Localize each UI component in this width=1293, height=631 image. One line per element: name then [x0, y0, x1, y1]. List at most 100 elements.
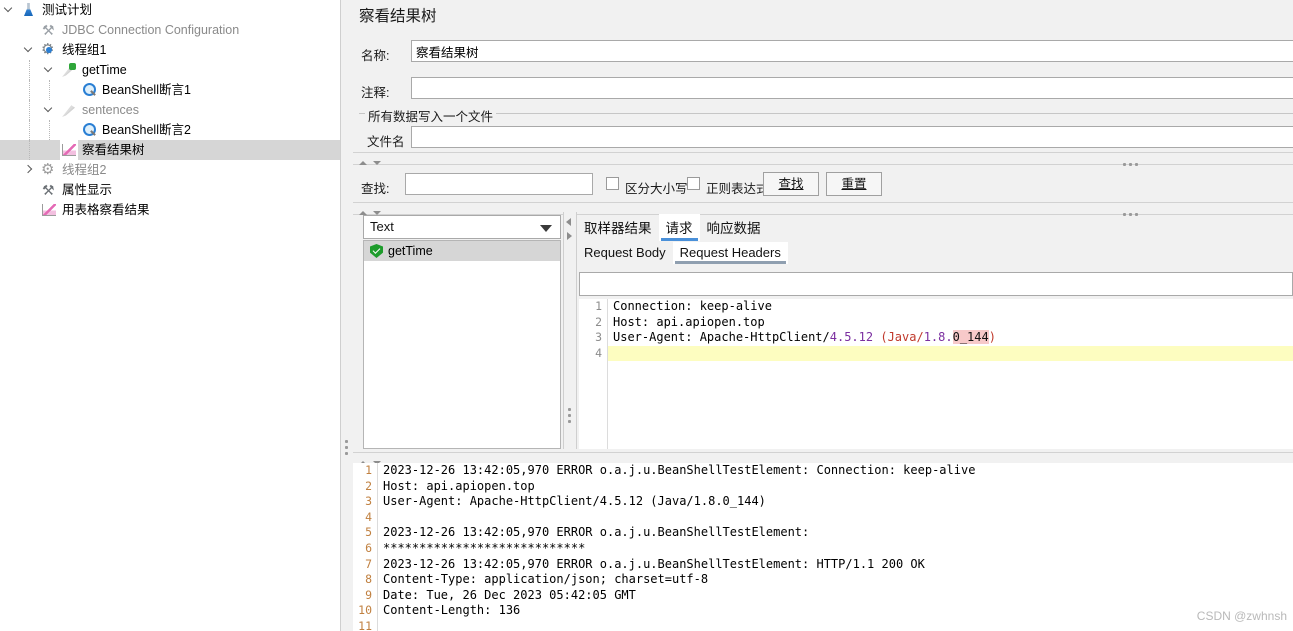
view-results-table-icon: [40, 200, 58, 220]
log-line-number: 8: [365, 572, 372, 587]
line-number: 4: [595, 345, 602, 360]
splitter-bar-upper[interactable]: [353, 152, 1293, 168]
collapse-right-arrow[interactable]: [567, 232, 572, 240]
chevron-none-icon[interactable]: [20, 180, 40, 200]
tab-request[interactable]: 请求: [658, 214, 700, 241]
tab-response-data[interactable]: 响应数据: [700, 214, 768, 241]
thread-group-disabled-icon: [40, 160, 58, 180]
chevron-none-icon[interactable]: [20, 20, 40, 40]
chevron-down-icon: [540, 225, 552, 232]
case-sensitive-label: 区分大小写: [625, 182, 688, 196]
log-line-number: 7: [365, 556, 372, 571]
find-button[interactable]: 查找: [763, 172, 819, 196]
tree-item-label: 线程组2: [62, 163, 107, 177]
search-input[interactable]: [405, 173, 593, 195]
case-sensitive-checkbox[interactable]: [606, 177, 619, 190]
watermark: CSDN @zwhnsh: [1196, 609, 1287, 623]
name-input[interactable]: [411, 40, 1293, 62]
filename-input[interactable]: [411, 126, 1293, 148]
chevron-none-icon[interactable]: [60, 120, 80, 140]
subtab-request-body[interactable]: Request Body: [577, 242, 673, 264]
tree-item-sentences[interactable]: sentences: [0, 100, 340, 120]
tree-indent: [40, 120, 60, 140]
code-line: Connection: keep-alive: [613, 299, 772, 313]
line-number: 2: [595, 314, 602, 329]
splitter-bar-middle[interactable]: [353, 202, 1293, 217]
request-headers-view[interactable]: 1234 Connection: keep-alive Host: api.api…: [579, 299, 1293, 449]
code-line: [608, 345, 1293, 362]
tab-sampler-result[interactable]: 取样器结果: [577, 214, 659, 241]
log-line-number: 2: [365, 478, 372, 493]
chevron-right-icon[interactable]: [20, 160, 40, 180]
chevron-none-icon[interactable]: [40, 140, 60, 160]
log-line-number: 5: [365, 525, 372, 540]
splitter-grip-dots: [1123, 157, 1141, 171]
log-line-number: 4: [365, 509, 372, 524]
sampler-icon: [60, 60, 78, 80]
request-subtabs[interactable]: Request Body Request Headers: [577, 242, 788, 264]
collapse-left-arrow[interactable]: [566, 218, 571, 226]
log-line-number: 9: [365, 587, 372, 602]
chevron-none-icon[interactable]: [60, 80, 80, 100]
list-item[interactable]: getTime: [364, 241, 560, 261]
line-number: 1: [595, 299, 602, 313]
tree-item-view-results-in-table[interactable]: 用表格察看结果: [0, 200, 340, 220]
log-viewer[interactable]: 1 2 3 4 5 6 7 8 9 10 11 2023-12-26 13:42:05,970 ER…: [353, 463, 1293, 631]
filename-label: 文件名: [367, 135, 405, 149]
chevron-down-icon[interactable]: [20, 40, 40, 60]
chevron-down-icon[interactable]: [0, 0, 20, 20]
tree-item-gettime[interactable]: getTime: [0, 60, 340, 80]
results-vertical-splitter[interactable]: [563, 212, 577, 449]
tree-item-thread-group-1[interactable]: 线程组1: [0, 40, 340, 60]
chevron-down-icon[interactable]: [40, 100, 60, 120]
property-display-icon: [40, 180, 58, 200]
regex-checkbox[interactable]: [687, 177, 700, 190]
tree-indent: [20, 80, 40, 100]
assertion-icon: [80, 80, 98, 100]
group-border: [359, 113, 1293, 114]
main-vertical-splitter[interactable]: [340, 0, 354, 631]
chevron-down-icon[interactable]: [40, 60, 60, 80]
tree-item-property-display[interactable]: 属性显示: [0, 180, 340, 200]
log-line: 2023-12-26 13:42:05,970 ERROR o.a.j.u.Be…: [383, 463, 976, 477]
comment-input[interactable]: [411, 77, 1293, 99]
log-line: Content-Length: 136: [383, 603, 521, 618]
tree-item-test-plan[interactable]: 测试计划: [0, 0, 340, 20]
test-plan-tree[interactable]: 测试计划 JDBC Connection Configuration 线程组1 get…: [0, 0, 340, 631]
log-text[interactable]: 2023-12-26 13:42:05,970 ERROR o.a.j.u.Be…: [378, 463, 1293, 631]
splitter-collapse-arrows[interactable]: [359, 154, 387, 168]
result-tabs[interactable]: 取样器结果 请求 响应数据: [577, 214, 768, 241]
test-plan-icon: [20, 0, 38, 20]
tree-indent: [20, 100, 40, 120]
splitter-grip-dots: [345, 440, 348, 458]
request-find-input[interactable]: [579, 272, 1293, 296]
log-line: User-Agent: Apache-HttpClient/4.5.12 (Ja…: [383, 494, 766, 509]
splitter-grip-dots: [568, 408, 571, 426]
chevron-none-icon[interactable]: [20, 200, 40, 220]
sampler-result-list[interactable]: getTime: [363, 240, 561, 449]
comment-label: 注释:: [361, 86, 390, 100]
thread-group-icon: [40, 40, 58, 60]
tree-item-view-results-tree[interactable]: 察看结果树: [0, 140, 340, 160]
reset-button[interactable]: 重置: [826, 172, 882, 196]
regex-label: 正则表达式: [706, 182, 769, 196]
tree-indent: [20, 140, 40, 160]
tree-item-beanshell-assertion-1[interactable]: BeanShell断言1: [0, 80, 340, 100]
tree-item-label: 察看结果树: [82, 143, 145, 157]
name-label: 名称:: [361, 49, 390, 63]
sampler-disabled-icon: [60, 100, 78, 120]
renderer-combo[interactable]: Text: [363, 215, 561, 239]
tree-item-label: 测试计划: [42, 3, 93, 17]
subtab-request-headers[interactable]: Request Headers: [672, 242, 788, 264]
tree-item-jdbc-connection-configuration[interactable]: JDBC Connection Configuration: [0, 20, 340, 40]
request-headers-text[interactable]: Connection: keep-alive Host: api.apiopen.…: [608, 299, 1293, 449]
tree-item-beanshell-assertion-2[interactable]: BeanShell断言2: [0, 120, 340, 140]
log-line-number-gutter: 1 2 3 4 5 6 7 8 9 10 11: [353, 463, 377, 631]
view-results-tree-icon: [60, 140, 78, 160]
tree-item-thread-group-2[interactable]: 线程组2: [0, 160, 340, 180]
log-line-number: 1: [365, 463, 372, 477]
log-line-number: 6: [365, 540, 372, 555]
